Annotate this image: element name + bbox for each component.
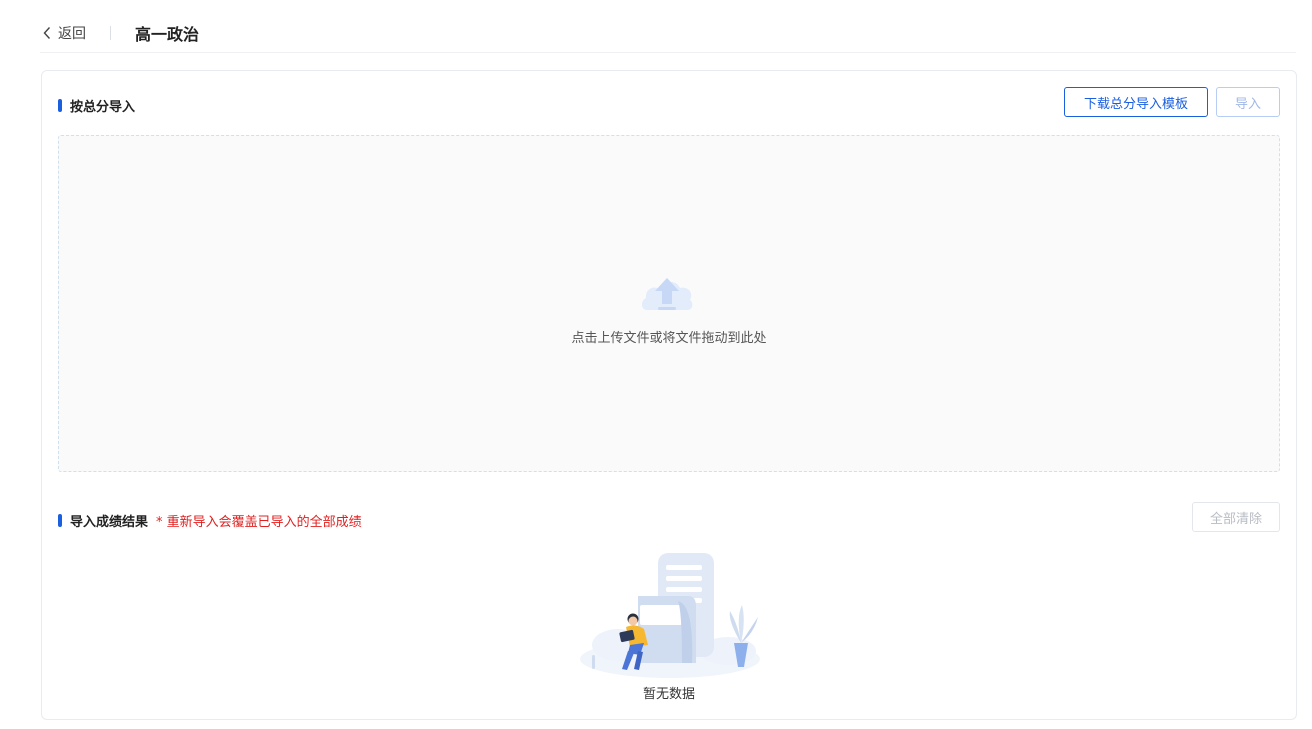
back-button[interactable]: 返回 <box>40 23 86 43</box>
content-card: 按总分导入 下载总分导入模板 导入 点击上传文件或将文件拖动到此处 导入成绩结果… <box>41 70 1297 720</box>
overwrite-warning: * 重新导入会覆盖已导入的全部成绩 <box>156 515 362 530</box>
header-divider <box>110 26 111 40</box>
result-section-title: 导入成绩结果 <box>70 515 149 530</box>
page-title: 高一政治 <box>135 25 200 44</box>
upload-cloud-icon <box>641 278 693 310</box>
empty-state-text: 暂无数据 <box>642 687 695 702</box>
back-label: 返回 <box>58 26 86 42</box>
import-section-title: 按总分导入 <box>70 100 136 115</box>
section-marker <box>58 99 62 112</box>
clear-all-button[interactable]: 全部清除 <box>1192 502 1280 532</box>
dropzone-hint: 点击上传文件或将文件拖动到此处 <box>571 331 767 346</box>
chevron-left-icon <box>42 26 54 40</box>
import-button[interactable]: 导入 <box>1216 87 1280 117</box>
page-header: 返回 高一政治 <box>40 14 1296 53</box>
empty-state-illustration <box>580 553 760 678</box>
download-template-button[interactable]: 下载总分导入模板 <box>1064 87 1208 117</box>
section-marker <box>58 514 62 527</box>
upload-dropzone[interactable]: 点击上传文件或将文件拖动到此处 <box>58 135 1280 472</box>
import-section-header: 按总分导入 <box>58 96 135 115</box>
result-section-header: 导入成绩结果 * 重新导入会覆盖已导入的全部成绩 <box>58 511 362 530</box>
